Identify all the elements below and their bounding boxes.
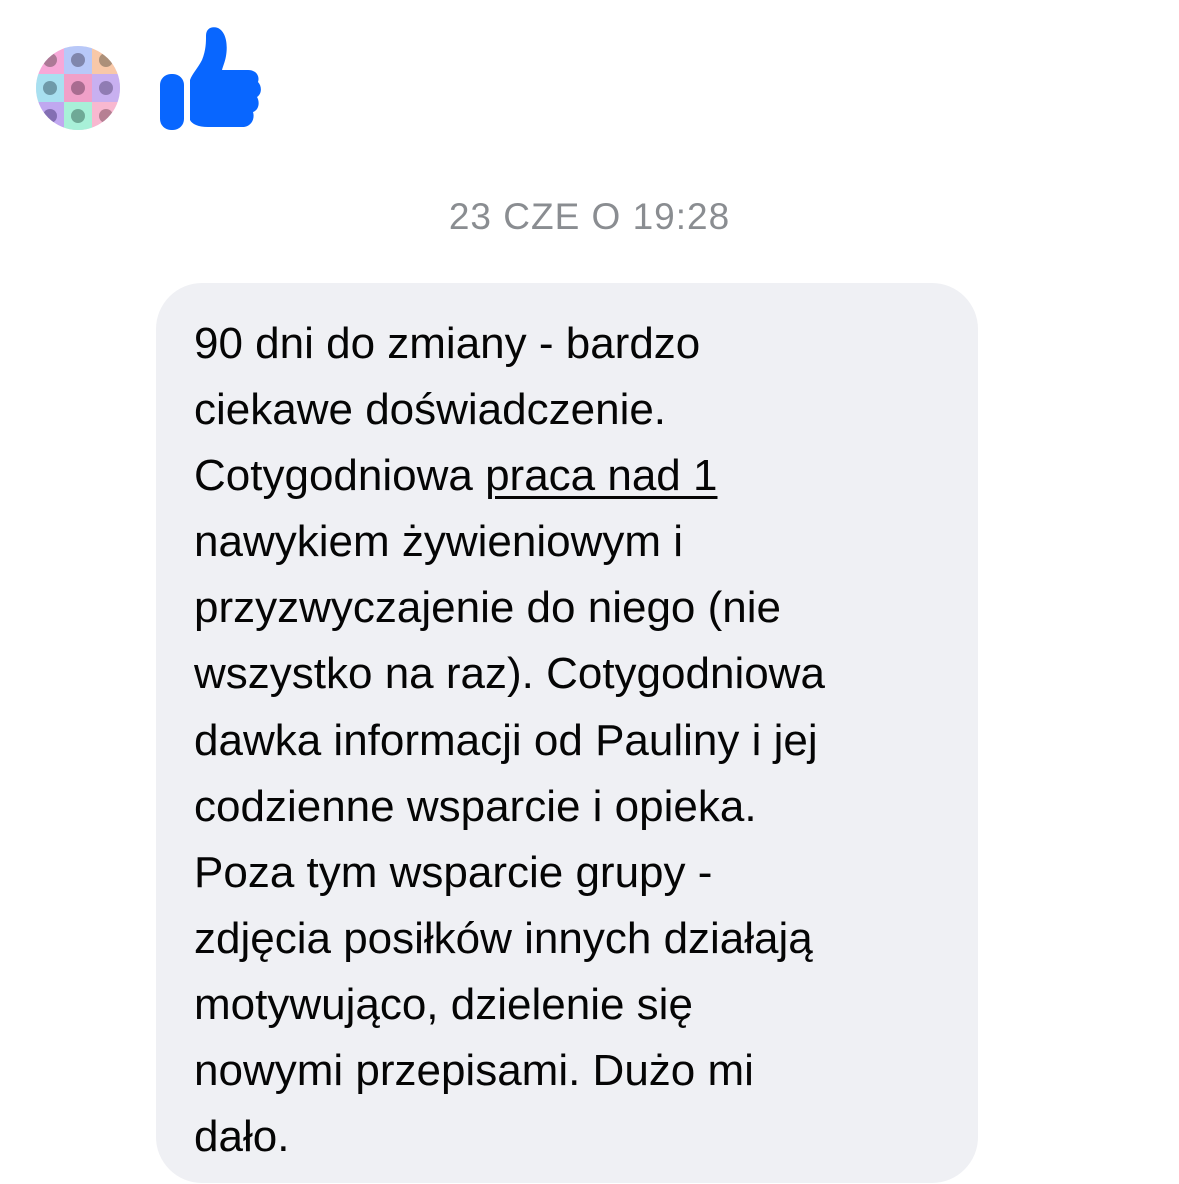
message-text: 90 dni do zmiany - bardzo ciekawe doświa… bbox=[194, 311, 944, 1170]
profile-avatar-icon bbox=[36, 46, 120, 130]
message-line: codzienne wsparcie i opieka. bbox=[194, 781, 757, 831]
message-line-text: Cotygodniowa bbox=[194, 451, 486, 501]
sender-avatar[interactable] bbox=[36, 46, 120, 130]
message-line: Poza tym wsparcie grupy - bbox=[194, 847, 713, 897]
message-timestamp: 23 CZE O 19:28 bbox=[448, 196, 731, 237]
message-line: nowymi przepisami. Dużo mi bbox=[194, 1046, 754, 1096]
message-line: dało. bbox=[194, 1112, 290, 1162]
message-link[interactable]: praca nad 1 bbox=[485, 451, 717, 500]
message-line: dawka informacji od Pauliny i jej bbox=[194, 715, 818, 765]
thumbs-up-reaction[interactable] bbox=[156, 24, 264, 134]
message-line: zdjęcia posiłków innych działają bbox=[194, 913, 813, 963]
message-line: nawykiem żywieniowym i bbox=[194, 517, 684, 567]
message-line: motywująco, dzielenie się bbox=[194, 979, 693, 1029]
message-line: wszystko na raz). Cotygodniowa bbox=[194, 649, 825, 699]
chat-view: 23 CZE O 19:28 90 dni do zmiany - bardzo… bbox=[0, 0, 1179, 1184]
thumbs-up-icon bbox=[160, 27, 261, 130]
message-line: ciekawe doświadczenie. bbox=[194, 385, 667, 435]
message-bubble[interactable]: 90 dni do zmiany - bardzo ciekawe doświa… bbox=[156, 283, 978, 1183]
message-line: Cotygodniowa praca nad 1 bbox=[194, 443, 944, 509]
message-line: 90 dni do zmiany - bardzo bbox=[194, 319, 701, 368]
message-line: przyzwyczajenie do niego (nie bbox=[194, 583, 781, 633]
